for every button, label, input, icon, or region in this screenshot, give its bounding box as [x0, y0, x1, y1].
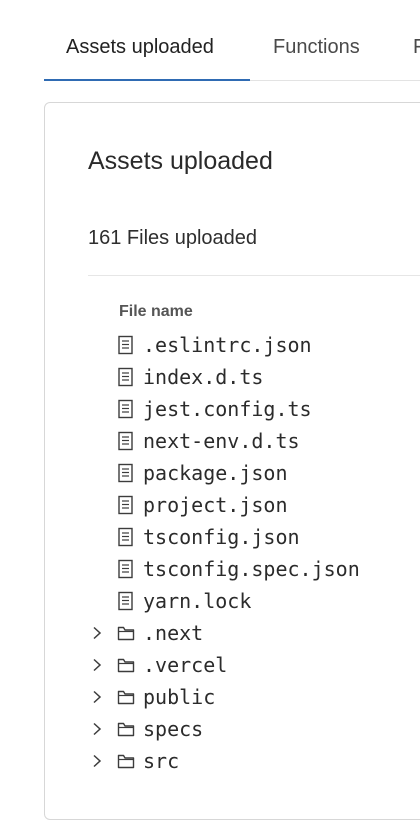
folder-icon [117, 623, 135, 643]
tab-bar: Assets uploaded Functions F [44, 0, 420, 81]
file-row[interactable]: tsconfig.json [89, 521, 420, 553]
file-row[interactable]: yarn.lock [89, 585, 420, 617]
file-row[interactable]: jest.config.ts [89, 393, 420, 425]
file-row[interactable]: next-env.d.ts [89, 425, 420, 457]
folder-name: src [143, 749, 180, 773]
folder-name: public [143, 685, 216, 709]
folder-name: .next [143, 621, 204, 645]
folder-row[interactable]: .vercel [89, 649, 420, 681]
tab-overflow[interactable]: F [413, 36, 420, 59]
file-name: yarn.lock [143, 589, 252, 613]
file-name: package.json [143, 461, 288, 485]
tab-functions[interactable]: Functions [273, 36, 360, 59]
files-count: 161 Files uploaded [88, 227, 258, 249]
file-icon [117, 367, 135, 387]
file-name: project.json [143, 493, 288, 517]
file-icon [117, 591, 135, 611]
tab-assets-uploaded[interactable]: Assets uploaded [66, 36, 214, 59]
file-icon [117, 335, 135, 355]
card-title: Assets uploaded [88, 147, 273, 175]
folder-row[interactable]: .next [89, 617, 420, 649]
file-icon [117, 399, 135, 419]
file-icon [117, 463, 135, 483]
file-name: tsconfig.spec.json [143, 557, 360, 581]
folder-name: specs [143, 717, 204, 741]
file-row[interactable]: package.json [89, 457, 420, 489]
file-icon [117, 495, 135, 515]
file-name: tsconfig.json [143, 525, 300, 549]
active-tab-indicator [44, 79, 250, 81]
file-row[interactable]: project.json [89, 489, 420, 521]
file-icon [117, 527, 135, 547]
column-header-file-name: File name [119, 303, 193, 320]
file-tree: .eslintrc.json index.d.ts jest.config.ts… [89, 329, 420, 777]
chevron-right-icon[interactable] [89, 657, 105, 673]
folder-row[interactable]: specs [89, 713, 420, 745]
folder-row[interactable]: src [89, 745, 420, 777]
file-row[interactable]: .eslintrc.json [89, 329, 420, 361]
chevron-right-icon[interactable] [89, 689, 105, 705]
folder-name: .vercel [143, 653, 228, 677]
folder-icon [117, 687, 135, 707]
folder-icon [117, 719, 135, 739]
divider [88, 275, 420, 276]
file-icon [117, 559, 135, 579]
file-name: index.d.ts [143, 365, 264, 389]
chevron-right-icon[interactable] [89, 625, 105, 641]
folder-row[interactable]: public [89, 681, 420, 713]
file-name: .eslintrc.json [143, 333, 312, 357]
folder-icon [117, 655, 135, 675]
file-icon [117, 431, 135, 451]
assets-card: Assets uploaded 161 Files uploaded File … [44, 102, 420, 820]
file-name: jest.config.ts [143, 397, 312, 421]
chevron-right-icon[interactable] [89, 721, 105, 737]
folder-icon [117, 751, 135, 771]
file-name: next-env.d.ts [143, 429, 300, 453]
file-row[interactable]: index.d.ts [89, 361, 420, 393]
chevron-right-icon[interactable] [89, 753, 105, 769]
file-row[interactable]: tsconfig.spec.json [89, 553, 420, 585]
